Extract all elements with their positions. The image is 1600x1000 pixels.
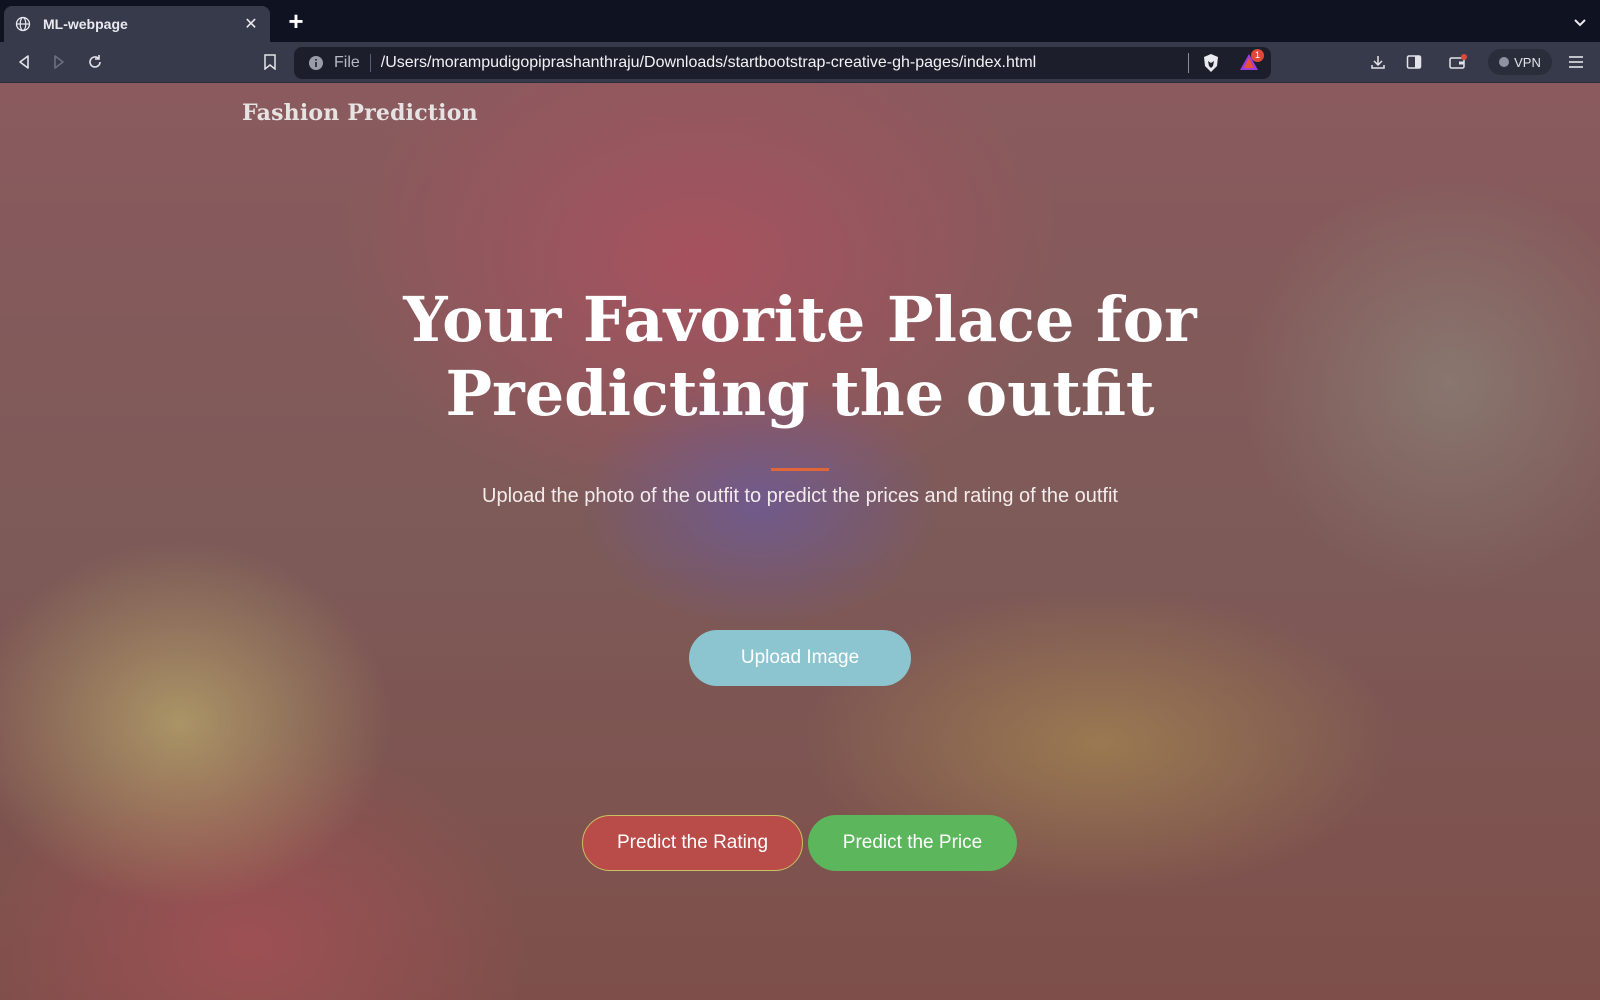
navbar-brand[interactable]: Fashion Prediction: [242, 100, 478, 126]
brave-rewards-icon[interactable]: 1: [1239, 49, 1264, 73]
info-icon[interactable]: [308, 55, 324, 71]
tab-strip: ML-webpage ✕ +: [0, 0, 1600, 42]
tab-close-icon[interactable]: ✕: [242, 14, 260, 34]
rewards-badge: 1: [1251, 49, 1264, 62]
upload-image-button[interactable]: Upload Image: [689, 630, 911, 686]
browser-tab[interactable]: ML-webpage ✕: [4, 6, 270, 42]
menu-icon[interactable]: [1564, 50, 1588, 74]
vpn-button[interactable]: VPN: [1488, 49, 1552, 75]
download-icon[interactable]: [1366, 50, 1390, 74]
hero-divider: [771, 468, 829, 471]
vpn-label: VPN: [1514, 54, 1541, 70]
tab-title: ML-webpage: [43, 16, 128, 32]
web-page: Fashion Prediction Your Favorite Place f…: [0, 83, 1600, 1000]
address-bar[interactable]: File /Users/morampudigopiprashanthraju/D…: [294, 47, 1271, 79]
back-icon[interactable]: [12, 50, 36, 74]
forward-icon[interactable]: [47, 50, 71, 74]
brave-shields-icon[interactable]: [1201, 53, 1221, 73]
new-tab-button[interactable]: +: [284, 8, 308, 34]
predict-price-button[interactable]: Predict the Price: [808, 815, 1017, 871]
url-end-separator: [1188, 53, 1189, 73]
globe-icon: [14, 15, 32, 33]
hero-title-line-2: Predicting the outfit: [445, 357, 1155, 430]
url-text[interactable]: /Users/morampudigopiprashanthraju/Downlo…: [381, 54, 1188, 72]
wallet-icon[interactable]: [1446, 50, 1470, 74]
bookmark-icon[interactable]: [258, 50, 282, 74]
reload-icon[interactable]: [83, 50, 107, 74]
url-scheme-label: File: [334, 54, 360, 71]
browser-toolbar: File /Users/morampudigopiprashanthraju/D…: [0, 42, 1600, 83]
chevron-down-icon[interactable]: [1572, 14, 1588, 30]
hero-title-line-1: Your Favorite Place for: [403, 283, 1197, 356]
hero-title: Your Favorite Place for Predicting the o…: [300, 283, 1300, 431]
hero-subtitle: Upload the photo of the outfit to predic…: [482, 485, 1118, 507]
url-separator: [369, 54, 371, 72]
predict-rating-button[interactable]: Predict the Rating: [582, 815, 803, 871]
sidebar-icon[interactable]: [1402, 50, 1426, 74]
vpn-status-dot: [1499, 57, 1510, 67]
